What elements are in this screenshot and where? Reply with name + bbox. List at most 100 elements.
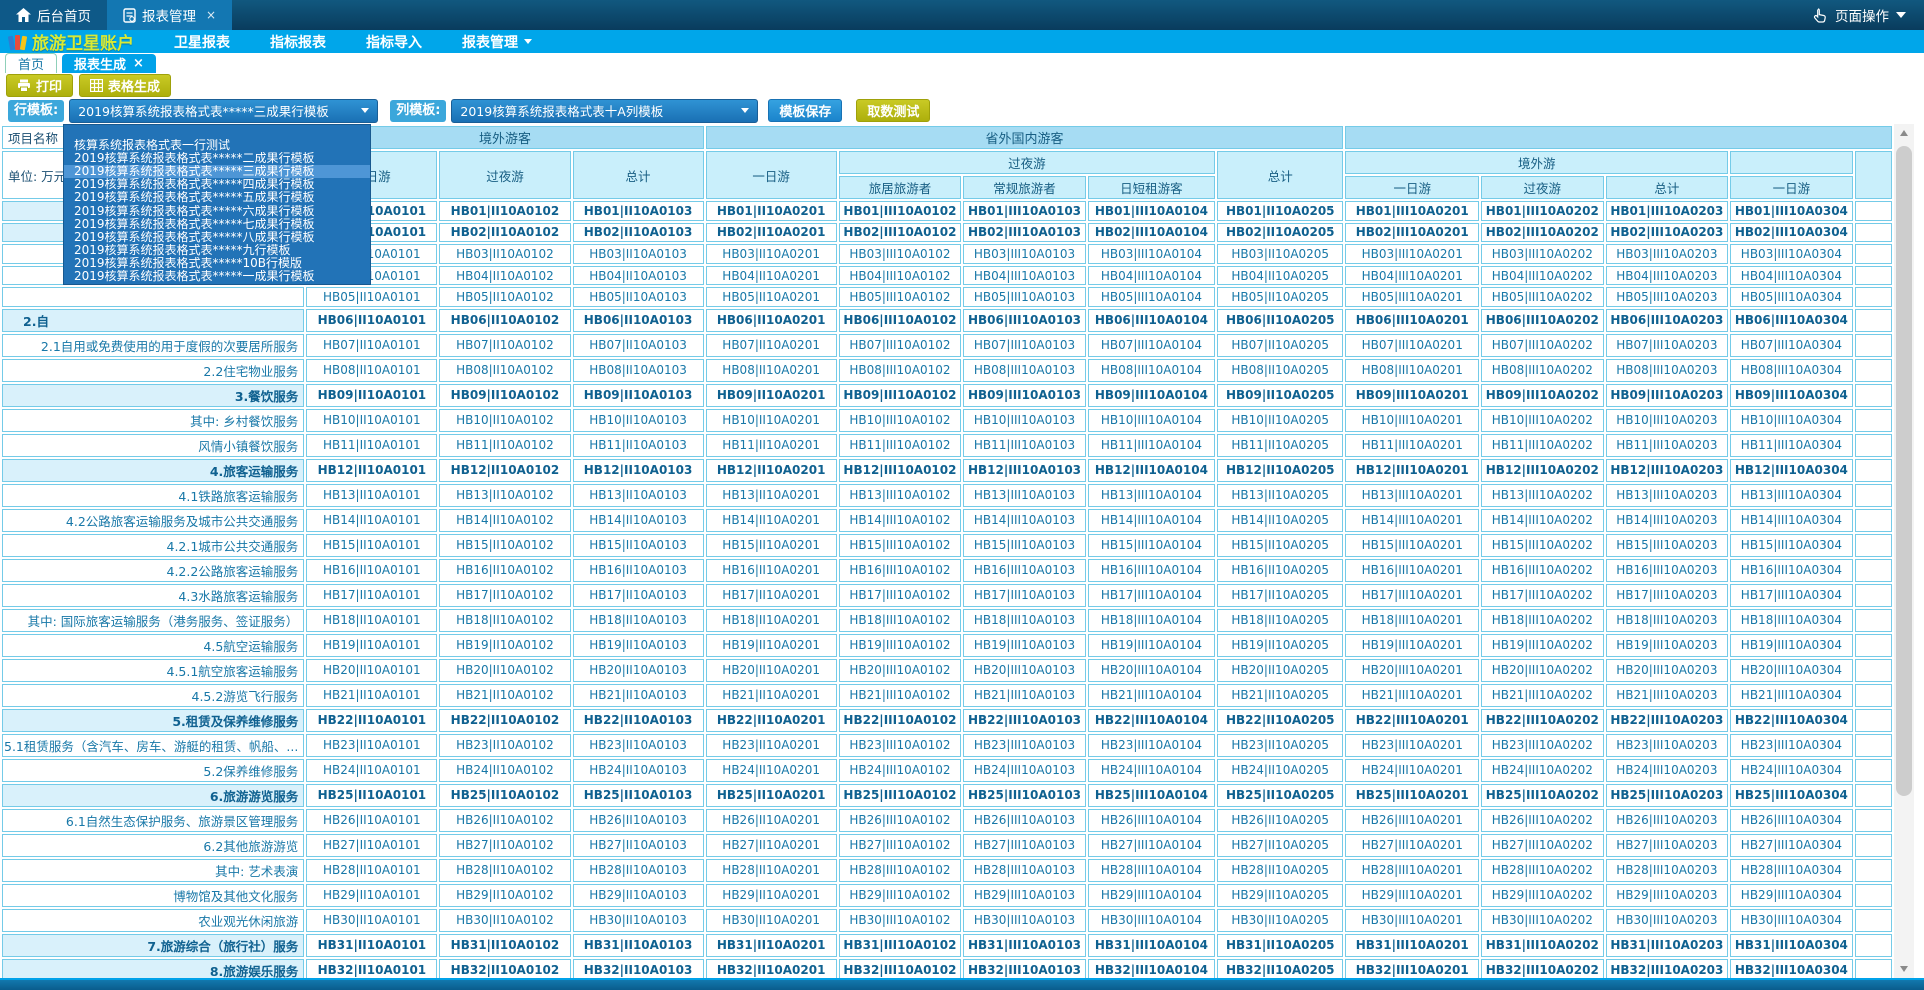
data-cell: HB25|II10A0205 <box>1217 784 1343 807</box>
data-cell: HB20|III10A0203 <box>1606 659 1729 682</box>
data-cell: HB31|II10A0102 <box>439 934 570 957</box>
data-cell: HB09|II10A0103 <box>573 384 704 407</box>
row-template-option[interactable]: 2019核算系统报表格式表*****六成果行模板 <box>64 205 370 218</box>
report-management-window-tab[interactable]: 报表管理 × <box>107 0 232 30</box>
data-cell: HB09|III10A0103 <box>963 384 1086 407</box>
data-cell: HB24|III10A0103 <box>963 759 1086 782</box>
data-cell: HB17|II10A0201 <box>706 584 837 607</box>
data-cell <box>1855 859 1892 882</box>
data-cell: HB11|III10A0304 <box>1730 434 1853 457</box>
data-cell: HB23|III10A0201 <box>1345 734 1479 757</box>
menu-item-report-management[interactable]: 报表管理 <box>462 32 532 52</box>
data-cell: HB04|III10A0104 <box>1088 266 1215 286</box>
data-cell: HB14|III10A0103 <box>963 509 1086 532</box>
data-cell: HB09|III10A0102 <box>839 384 962 407</box>
scroll-down-arrow[interactable] <box>1894 960 1914 978</box>
data-cell: HB15|III10A0102 <box>839 534 962 557</box>
row-template-option[interactable]: 2019核算系统报表格式表*****10B行模版 <box>64 257 370 270</box>
table-row: 2.1自用或免费使用的用于度假的次要居所服务HB07|II10A0101HB07… <box>2 334 1892 357</box>
data-cell: HB04|III10A0202 <box>1481 266 1604 286</box>
page-actions-button[interactable]: 页面操作 <box>1794 0 1924 30</box>
data-cell: HB30|III10A0102 <box>839 909 962 932</box>
data-cell: HB18|II10A0201 <box>706 609 837 632</box>
data-cell: HB16|II10A0102 <box>439 559 570 582</box>
row-template-option[interactable]: 2019核算系统报表格式表*****七成果行模板 <box>64 218 370 231</box>
data-cell: HB09|III10A0201 <box>1345 384 1479 407</box>
data-cell: HB23|III10A0203 <box>1606 734 1729 757</box>
print-button[interactable]: 打印 <box>6 74 73 97</box>
data-cell: HB28|III10A0203 <box>1606 859 1729 882</box>
row-template-option[interactable] <box>64 126 370 139</box>
data-cell <box>1855 287 1892 307</box>
data-cell: HB04|III10A0203 <box>1606 266 1729 286</box>
data-cell: HB23|II10A0205 <box>1217 734 1343 757</box>
table-row: 博物馆及其他文化服务HB29|II10A0101HB29|II10A0102HB… <box>2 884 1892 907</box>
scroll-up-arrow[interactable] <box>1894 124 1914 142</box>
data-cell: HB01|II10A0205 <box>1217 201 1343 221</box>
data-cell: HB20|III10A0201 <box>1345 659 1479 682</box>
row-template-option[interactable]: 核算系统报表格式表一行测试 <box>64 139 370 152</box>
data-cell <box>1855 459 1892 482</box>
data-cell: HB11|III10A0104 <box>1088 434 1215 457</box>
menu-item-indicator-reports[interactable]: 指标报表 <box>270 32 326 52</box>
data-cell: HB15|III10A0304 <box>1730 534 1853 557</box>
save-template-button[interactable]: 模板保存 <box>768 99 842 122</box>
data-cell: HB25|II10A0103 <box>573 784 704 807</box>
data-cell: HB25|III10A0203 <box>1606 784 1729 807</box>
tab-close-icon[interactable]: × <box>133 56 144 71</box>
data-cell: HB32|III10A0203 <box>1606 959 1729 978</box>
data-cell: HB21|III10A0203 <box>1606 684 1729 707</box>
row-template-option[interactable]: 2019核算系统报表格式表*****五成果行模板 <box>64 191 370 204</box>
row-template-option[interactable]: 2019核算系统报表格式表*****二成果行模板 <box>64 152 370 165</box>
data-cell: HB29|II10A0201 <box>706 884 837 907</box>
data-cell: HB20|III10A0102 <box>839 659 962 682</box>
data-cell: HB10|III10A0102 <box>839 409 962 432</box>
data-cell: HB26|II10A0101 <box>306 809 437 832</box>
data-cell: HB24|III10A0201 <box>1345 759 1479 782</box>
data-cell: HB09|II10A0201 <box>706 384 837 407</box>
menu-item-indicator-import[interactable]: 指标导入 <box>366 32 422 52</box>
column-group-header: 省外国内游客 <box>706 126 1344 149</box>
data-cell: HB04|III10A0103 <box>963 266 1086 286</box>
scrollbar-thumb[interactable] <box>1896 146 1912 796</box>
col-template-select[interactable]: 2019核算系统报表格式表十A列模板 <box>451 99 758 123</box>
data-cell: HB28|III10A0104 <box>1088 859 1215 882</box>
row-label: 农业观光休闲旅游 <box>2 909 304 932</box>
row-template-option[interactable]: 2019核算系统报表格式表*****四成果行模板 <box>64 178 370 191</box>
data-cell: HB13|II10A0205 <box>1217 484 1343 507</box>
row-template-option[interactable]: 2019核算系统报表格式表*****九行模板 <box>64 244 370 257</box>
generate-table-button[interactable]: 表格生成 <box>79 74 171 97</box>
vertical-scrollbar[interactable] <box>1894 124 1914 978</box>
row-template-option[interactable]: 2019核算系统报表格式表*****一成果行模板 <box>64 270 370 283</box>
row-template-option[interactable]: 2019核算系统报表格式表*****三成果行模板 <box>64 165 370 178</box>
data-cell: HB12|III10A0104 <box>1088 459 1215 482</box>
data-cell: HB01|III10A0202 <box>1481 201 1604 221</box>
data-cell: HB09|III10A0202 <box>1481 384 1604 407</box>
data-cell: HB14|III10A0202 <box>1481 509 1604 532</box>
window-tab-close-icon[interactable]: × <box>206 8 216 22</box>
menu-item-satellite-reports[interactable]: 卫星报表 <box>174 32 230 52</box>
row-label: 4.2公路旅客运输服务及城市公共交通服务 <box>2 509 304 532</box>
data-cell: HB26|III10A0201 <box>1345 809 1479 832</box>
data-cell: HB27|III10A0104 <box>1088 834 1215 857</box>
data-cell: HB22|II10A0103 <box>573 709 704 732</box>
tab-home[interactable]: 首页 <box>5 53 57 73</box>
row-template-select[interactable]: 2019核算系统报表格式表*****三成果行模板 <box>69 99 378 123</box>
data-cell: HB16|II10A0103 <box>573 559 704 582</box>
data-cell: HB22|II10A0201 <box>706 709 837 732</box>
row-label <box>2 287 304 307</box>
data-cell: HB21|II10A0101 <box>306 684 437 707</box>
data-cell: HB18|III10A0201 <box>1345 609 1479 632</box>
backend-home-tab[interactable]: 后台首页 <box>0 0 107 30</box>
table-row: 4.2.2公路旅客运输服务HB16|II10A0101HB16|II10A010… <box>2 559 1892 582</box>
brand-logo-icon <box>8 33 27 51</box>
tab-report-generate[interactable]: 报表生成 × <box>62 54 156 73</box>
data-cell: HB27|III10A0103 <box>963 834 1086 857</box>
fetch-test-button[interactable]: 取数测试 <box>856 99 930 122</box>
data-cell: HB20|III10A0104 <box>1088 659 1215 682</box>
row-template-option[interactable]: 2019核算系统报表格式表*****八成果行模板 <box>64 231 370 244</box>
data-cell: HB23|III10A0103 <box>963 734 1086 757</box>
data-cell: HB16|III10A0304 <box>1730 559 1853 582</box>
table-row: 5.2保养维修服务HB24|II10A0101HB24|II10A0102HB2… <box>2 759 1892 782</box>
row-label: 4.5.1航空旅客运输服务 <box>2 659 304 682</box>
